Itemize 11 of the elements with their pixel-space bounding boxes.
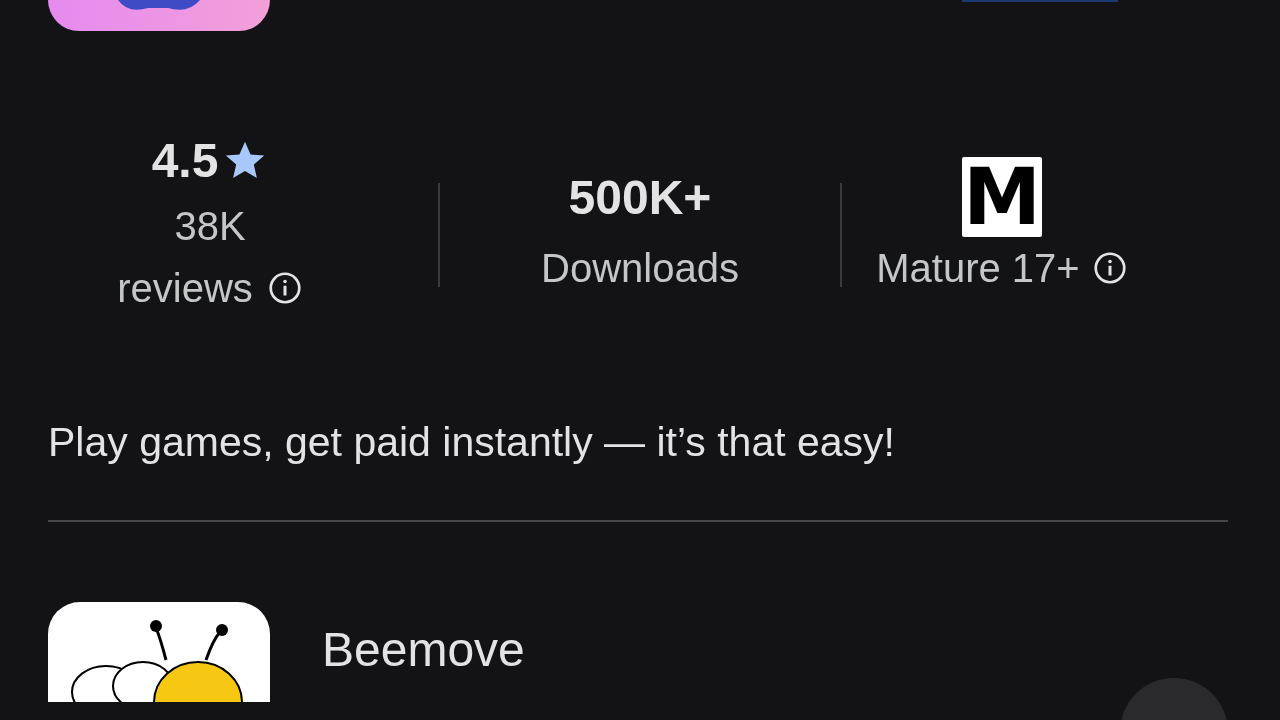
content-rating-badge: M <box>962 157 1042 237</box>
stat-label: Downloads <box>541 245 739 292</box>
app-name[interactable]: Beemove <box>322 622 525 677</box>
app-description: Play games, get paid instantly — it’s that easy! <box>48 419 896 466</box>
info-icon[interactable] <box>266 270 303 306</box>
rating-value: 4.5 <box>151 132 219 188</box>
downloads-value: 500K+ <box>568 169 712 225</box>
stat-label: 38K reviews <box>117 195 303 319</box>
info-icon[interactable] <box>1091 250 1128 286</box>
stat-label: Mature 17+ <box>876 245 1080 292</box>
app-icon[interactable] <box>48 602 270 702</box>
